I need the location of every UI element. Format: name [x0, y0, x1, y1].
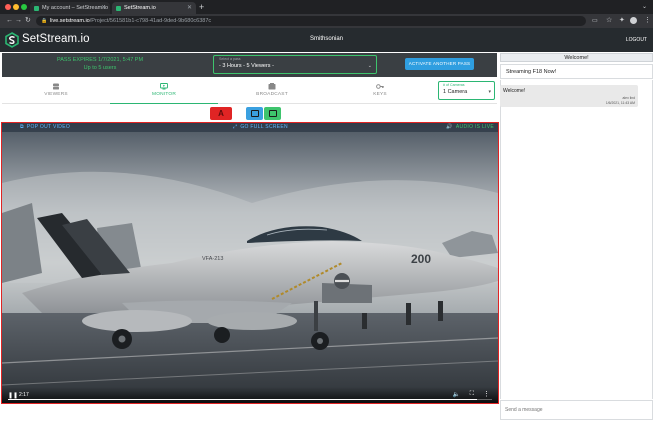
favicon-icon	[34, 5, 39, 11]
browser-tab-bar: My account – SetStream.io ✕ SetStream.io…	[0, 0, 653, 14]
monitor-icon	[160, 83, 168, 90]
camera-view-icon	[268, 110, 277, 117]
speaker-icon: 🔊	[446, 124, 453, 130]
aircraft-label: VFA-213	[202, 256, 223, 262]
camera-view-icon	[250, 110, 259, 117]
active-tab-indicator	[110, 103, 218, 104]
tab-label: BROADCAST	[256, 92, 288, 97]
pause-icon[interactable]: ❚❚	[8, 392, 18, 399]
camera-a-label: A	[218, 109, 224, 118]
video-current-time: 2:17	[19, 392, 29, 398]
browser-tab-active[interactable]: SetStream.io ✕	[112, 2, 196, 14]
pass-expiry: PASS EXPIRES 1/7/2021, 5:47 PM	[56, 57, 144, 63]
favicon-icon	[116, 5, 121, 11]
url-host: live.setstream.io	[50, 18, 90, 24]
pass-user-limit: Up to 5 users	[83, 65, 117, 71]
video-toolbar: ⧉ POP OUT VIDEO ⤢ GO FULL SCREEN 🔊 AUDIO…	[2, 123, 498, 132]
fullscreen-icon[interactable]: ⛶	[470, 391, 474, 398]
camera-count-select[interactable]: # of Cameras 1 Camera ▾	[438, 81, 495, 100]
chat-message-input[interactable]	[500, 400, 653, 420]
browser-tab[interactable]: My account – SetStream.io ✕	[30, 2, 110, 14]
tab-label: VIEWERS	[44, 92, 68, 97]
chat-message: Welcome! alex lind 1/6/2021, 11:43 AM	[500, 85, 638, 107]
browser-tab-title: SetStream.io	[124, 5, 156, 11]
audio-live-label: AUDIO IS LIVE	[455, 124, 494, 130]
forward-arrow-icon[interactable]: →	[15, 16, 22, 26]
full-screen-label: GO FULL SCREEN	[240, 124, 288, 130]
key-icon	[376, 84, 384, 89]
more-options-icon[interactable]: ⋮	[483, 390, 490, 398]
tab-label: KEYS	[373, 92, 387, 97]
viewers-icon	[53, 83, 59, 90]
external-link-icon: ⧉	[20, 124, 24, 130]
video-progress-fill	[8, 399, 478, 400]
profile-avatar-icon[interactable]	[630, 17, 637, 24]
chat-message-timestamp: 1/6/2021, 11:43 AM	[605, 101, 635, 105]
pop-out-label: POP OUT VIDEO	[26, 124, 71, 130]
camera-count-label: # of Cameras	[443, 83, 465, 87]
url-field[interactable]: 🔒 live.setstream.io/Project/561581b1-c79…	[36, 16, 586, 26]
maximize-window-icon[interactable]	[21, 4, 27, 10]
activate-pass-button[interactable]: ACTIVATE ANOTHER PASS	[405, 58, 474, 70]
reload-icon[interactable]: ↻	[25, 16, 31, 26]
plus-icon[interactable]: +	[199, 2, 204, 12]
app-header: SetStream.io Smithsonian LOGOUT	[0, 28, 653, 52]
organization-name: Smithsonian	[309, 36, 344, 42]
expand-icon: ⤢	[233, 124, 238, 130]
browser-menu-icon[interactable]: ⋮	[644, 16, 651, 26]
browser-tab-title: My account – SetStream.io	[42, 5, 109, 11]
aircraft-number: 200	[411, 252, 431, 266]
tab-label: MONITOR	[152, 92, 176, 97]
star-icon[interactable]: ☆	[606, 16, 612, 26]
chat-message-text: Welcome!	[503, 88, 526, 94]
back-arrow-icon[interactable]: ←	[6, 16, 13, 26]
chat-room-title: Streaming F18 Now!	[500, 64, 653, 79]
minimize-window-icon[interactable]	[13, 4, 19, 10]
pass-select[interactable]: Select a pass - 3 Hours - 5 Viewers - ⌄	[213, 55, 377, 74]
chat-message-author: alex lind	[622, 96, 635, 100]
close-window-icon[interactable]	[5, 4, 11, 10]
address-bar: ← → ↻ 🔒 live.setstream.io/Project/561581…	[0, 14, 653, 28]
tab-broadcast[interactable]: BROADCAST	[218, 80, 326, 104]
lock-icon: 🔒	[41, 18, 48, 24]
tab-search-icon[interactable]: ⌄	[642, 3, 647, 10]
extensions-icon[interactable]: ✦	[619, 16, 625, 26]
tab-keys[interactable]: KEYS	[326, 80, 434, 104]
url-path: /Project/561581b1-c798-41ad-9ded-9b680c6…	[89, 18, 212, 24]
video-player[interactable]: 200 VFA-213 ⧉ POP OUT VIDEO ⤢ GO FULL SC…	[1, 122, 499, 404]
tab-monitor[interactable]: MONITOR	[110, 80, 218, 104]
video-controls: ❚❚ 2:17 🔈 ⛶ ⋮	[2, 387, 498, 403]
broadcast-icon	[268, 83, 276, 90]
full-screen-button[interactable]: ⤢ GO FULL SCREEN	[233, 124, 288, 131]
camera-count-value: 1 Camera	[443, 89, 468, 95]
pass-bar: PASS EXPIRES 1/7/2021, 5:47 PM Up to 5 u…	[2, 53, 497, 77]
caret-down-icon: ▾	[488, 89, 491, 95]
camera-a-button[interactable]: A	[210, 107, 232, 120]
logout-link[interactable]: LOGOUT	[626, 37, 647, 43]
tab-viewers[interactable]: VIEWERS	[2, 80, 110, 104]
camera-b-button[interactable]	[246, 107, 263, 120]
cast-icon[interactable]: ▭	[592, 16, 598, 26]
pop-out-video-button[interactable]: ⧉ POP OUT VIDEO	[20, 124, 70, 131]
nav-tabs: VIEWERS MONITOR BROADCAST KEYS	[2, 80, 497, 104]
video-progress-bar[interactable]	[8, 399, 492, 400]
chevron-down-icon: ⌄	[367, 63, 372, 69]
audio-live-indicator[interactable]: 🔊 AUDIO IS LIVE	[446, 124, 494, 131]
camera-c-button[interactable]	[264, 107, 281, 120]
video-frame-aircraft: 200 VFA-213	[2, 123, 498, 403]
close-tab-icon[interactable]: ✕	[187, 4, 192, 11]
close-tab-icon[interactable]: ✕	[101, 4, 106, 11]
chat-header: Welcome!	[500, 53, 653, 62]
volume-icon[interactable]: 🔈	[453, 391, 460, 398]
pass-select-label: Select a pass	[219, 57, 241, 61]
chat-message-list[interactable]	[500, 80, 653, 399]
pass-select-value: - 3 Hours - 5 Viewers -	[219, 63, 274, 69]
